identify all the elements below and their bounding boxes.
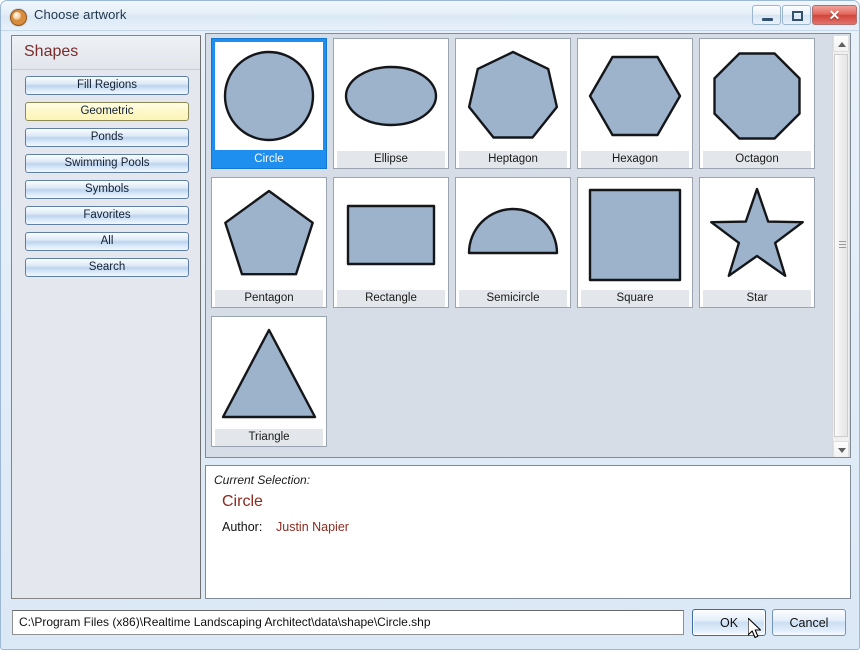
square-shape-icon (581, 181, 689, 289)
choose-artwork-dialog: Choose artwork ✕ Shapes Fill Regions Geom… (0, 0, 860, 650)
scroll-up-button[interactable] (833, 35, 849, 52)
artwork-tile-ellipse[interactable]: Ellipse (333, 38, 449, 169)
artwork-tile-circle[interactable]: Circle (211, 38, 327, 169)
gallery-scrollbar[interactable] (832, 35, 849, 457)
artwork-tile-triangle[interactable]: Triangle (211, 316, 327, 447)
artwork-gallery-pane: Circle Ellipse Heptagon Hexagon Octagon Penta… (205, 33, 851, 458)
artwork-grid: Circle Ellipse Heptagon Hexagon Octagon Penta… (208, 36, 828, 453)
artwork-tile-octagon[interactable]: Octagon (699, 38, 815, 169)
artwork-tile-label: Semicircle (459, 289, 567, 307)
artwork-tile-square[interactable]: Square (577, 177, 693, 308)
artwork-tile-label: Circle (215, 150, 323, 168)
sidebar-item-fill-regions[interactable]: Fill Regions (25, 76, 189, 95)
file-path-field[interactable]: C:\Program Files (x86)\Realtime Landscap… (12, 610, 684, 635)
current-selection-caption: Current Selection: (214, 473, 311, 487)
sidebar-item-ponds[interactable]: Ponds (25, 128, 189, 147)
title-bar: Choose artwork ✕ (1, 1, 859, 31)
minimize-icon (762, 18, 773, 21)
scroll-down-icon (838, 448, 846, 453)
close-button[interactable]: ✕ (812, 5, 857, 25)
author-label: Author: (222, 520, 263, 534)
sidebar-item-geometric[interactable]: Geometric (25, 102, 189, 121)
artwork-tile-pentagon[interactable]: Pentagon (211, 177, 327, 308)
artwork-tile-label: Octagon (703, 150, 811, 168)
hexagon-shape-icon (581, 42, 689, 150)
ok-button[interactable]: OK (692, 609, 766, 636)
maximize-button[interactable] (782, 5, 811, 25)
sidebar-item-swimming-pools[interactable]: Swimming Pools (25, 154, 189, 173)
minimize-button[interactable] (752, 5, 781, 25)
current-selection-name: Circle (222, 493, 263, 510)
artwork-tile-star[interactable]: Star (699, 177, 815, 308)
octagon-shape-icon (703, 42, 811, 150)
scroll-down-button[interactable] (833, 441, 849, 457)
artwork-tile-label: Rectangle (337, 289, 445, 307)
category-sidebar: Shapes Fill Regions Geometric Ponds Swimmin… (11, 35, 201, 599)
scrollbar-grip-icon (839, 240, 846, 251)
rectangle-shape-icon (337, 181, 445, 289)
artwork-tile-semicircle[interactable]: Semicircle (455, 177, 571, 308)
artwork-tile-label: Triangle (215, 428, 323, 446)
scrollbar-thumb[interactable] (834, 54, 848, 437)
artwork-tile-label: Ellipse (337, 150, 445, 168)
pentagon-shape-icon (215, 181, 323, 289)
artwork-tile-label: Hexagon (581, 150, 689, 168)
sidebar-item-favorites[interactable]: Favorites (25, 206, 189, 225)
sidebar-item-all[interactable]: All (25, 232, 189, 251)
heptagon-shape-icon (459, 42, 567, 150)
sidebar-item-symbols[interactable]: Symbols (25, 180, 189, 199)
maximize-icon (792, 11, 803, 21)
author-value: Justin Napier (276, 520, 349, 534)
star-shape-icon (703, 181, 811, 289)
artwork-tile-label: Square (581, 289, 689, 307)
current-selection-panel: Current Selection: Circle Author: Justin… (205, 465, 851, 599)
sidebar-title: Shapes (24, 43, 79, 60)
artwork-palette-icon (10, 9, 27, 26)
close-icon: ✕ (828, 7, 841, 23)
scroll-up-icon (838, 42, 846, 47)
sidebar-item-search[interactable]: Search (25, 258, 189, 277)
sidebar-header: Shapes (12, 36, 200, 70)
circle-shape-icon (215, 42, 323, 150)
ellipse-shape-icon (337, 42, 445, 150)
cancel-button[interactable]: Cancel (772, 609, 846, 636)
window-controls: ✕ (752, 5, 857, 25)
window-title: Choose artwork (34, 7, 127, 22)
artwork-tile-rectangle[interactable]: Rectangle (333, 177, 449, 308)
artwork-tile-label: Star (703, 289, 811, 307)
triangle-shape-icon (215, 320, 323, 428)
artwork-tile-label: Heptagon (459, 150, 567, 168)
artwork-tile-label: Pentagon (215, 289, 323, 307)
semicircle-shape-icon (459, 181, 567, 289)
sidebar-button-list: Fill Regions Geometric Ponds Swimming Pools… (12, 76, 200, 284)
artwork-tile-heptagon[interactable]: Heptagon (455, 38, 571, 169)
artwork-tile-hexagon[interactable]: Hexagon (577, 38, 693, 169)
